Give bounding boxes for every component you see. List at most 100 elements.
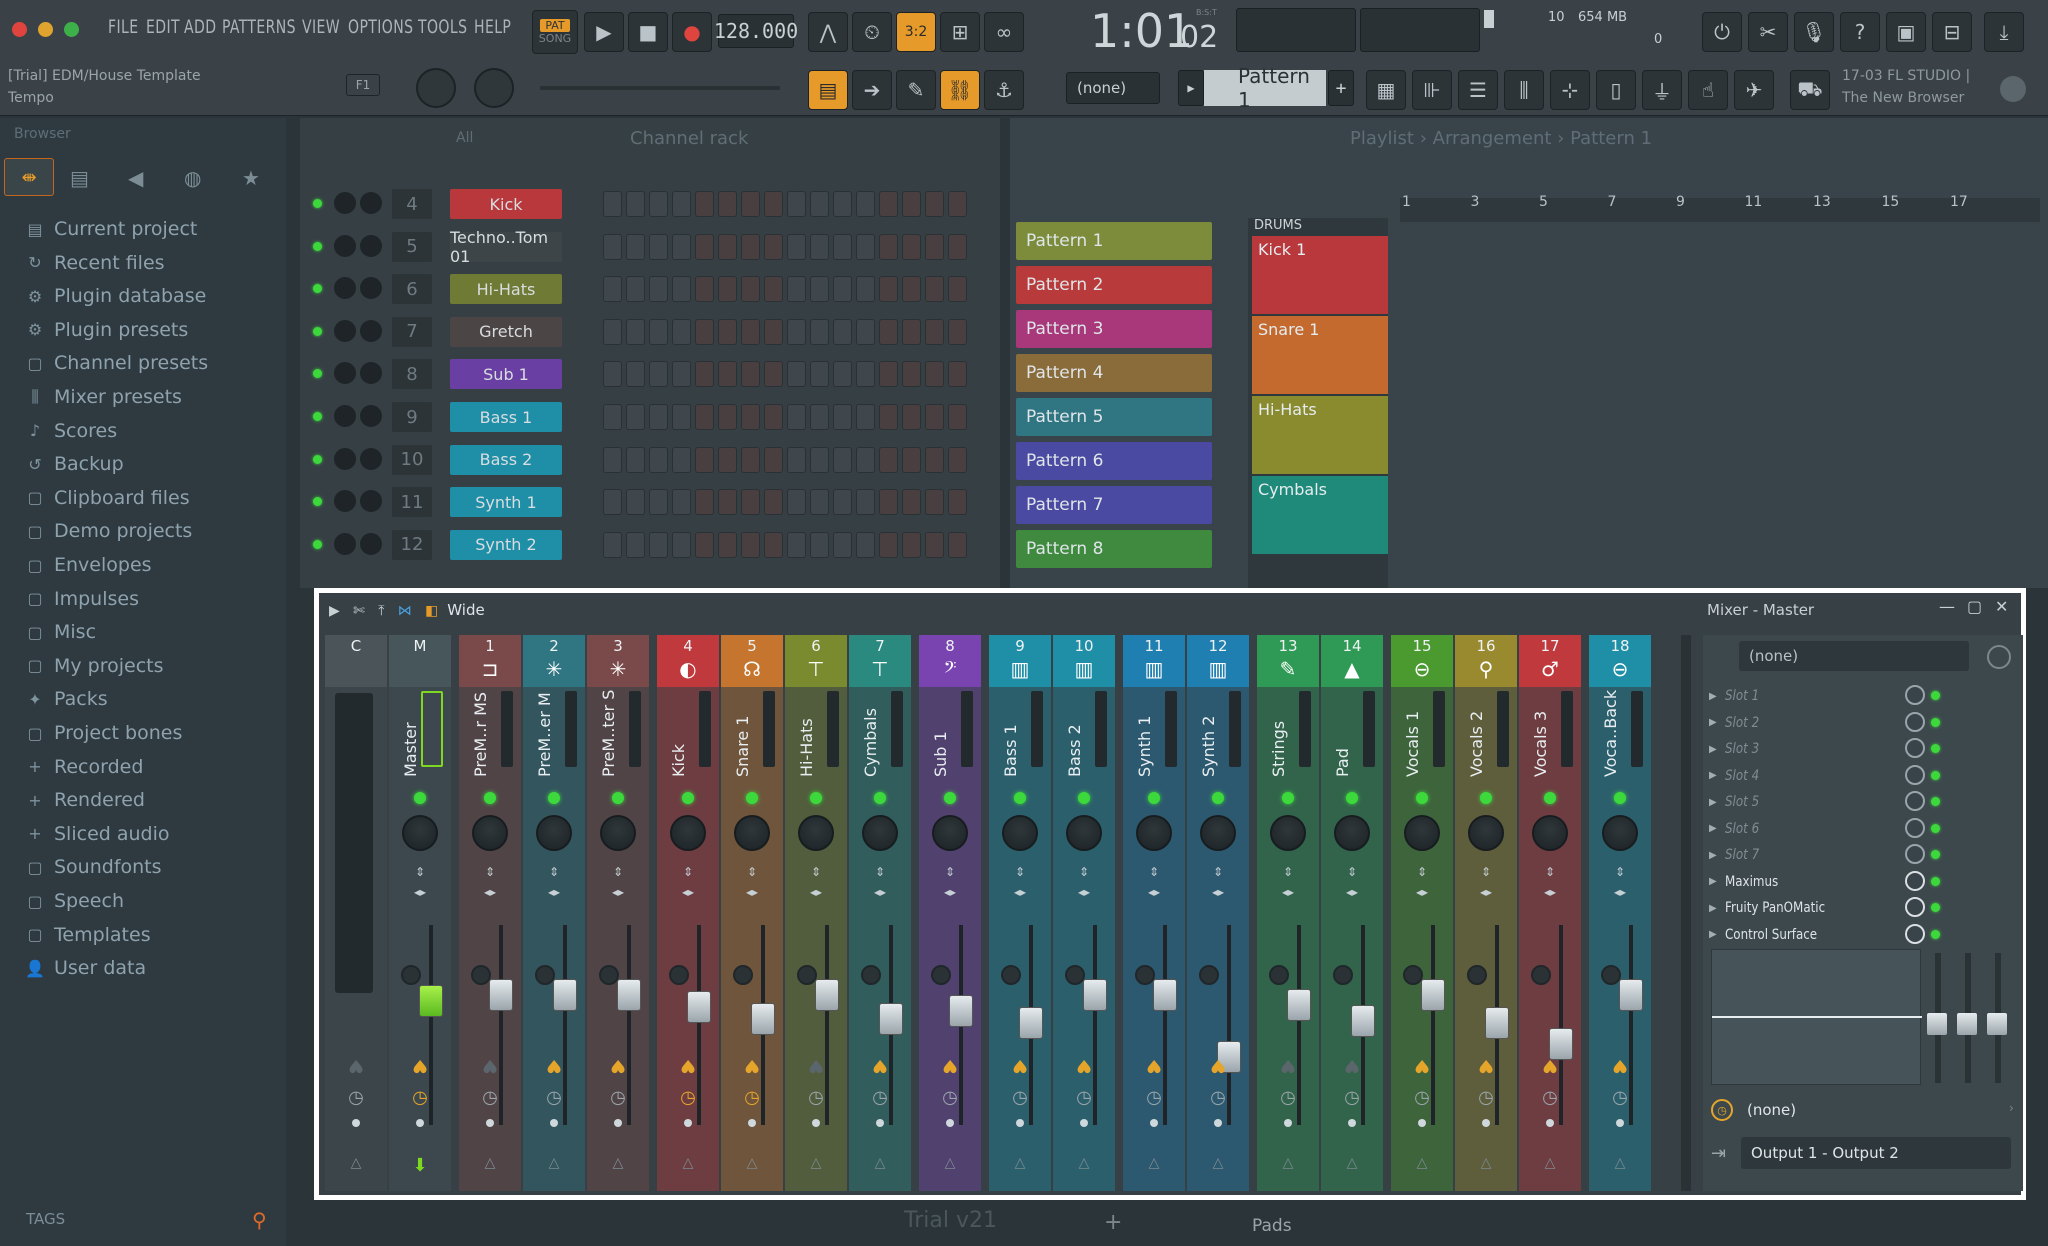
step-button[interactable] (649, 318, 668, 345)
step-button[interactable] (603, 276, 622, 303)
swap-channels-icon[interactable]: ◂▸ (1187, 885, 1249, 899)
channel-button[interactable]: Bass 2 (450, 444, 562, 475)
stereo-separation-icon[interactable]: ⇕ (1053, 865, 1115, 879)
step-button[interactable] (902, 233, 921, 260)
step-button[interactable] (856, 361, 875, 388)
pan-knob[interactable] (1200, 815, 1236, 851)
step-button[interactable] (948, 531, 967, 558)
preset-clock-icon[interactable] (1987, 645, 2011, 669)
playlist-view-button[interactable]: ▤ (808, 70, 848, 110)
step-button[interactable] (695, 233, 714, 260)
strip-active-led[interactable] (874, 792, 886, 804)
plugin-icon[interactable]: ⏚ (1642, 70, 1682, 110)
mixer-strip[interactable]: 5 ☊ Snare 1 ⇕ ◂▸ ♥ ◷ △ (721, 635, 783, 1191)
swap-channels-icon[interactable]: ◂▸ (459, 885, 521, 899)
shop-icon[interactable]: ⛟ (1790, 70, 1830, 110)
send-arrow-icon[interactable]: △ (325, 1155, 387, 1171)
record-arm-dot[interactable] (1418, 1119, 1426, 1127)
master-slider[interactable] (540, 86, 780, 90)
record-arm-dot[interactable] (1080, 1119, 1088, 1127)
step-button[interactable] (672, 318, 691, 345)
close-icon[interactable]: ✕ (1995, 597, 2008, 616)
delay-clock-icon[interactable]: ◷ (1391, 1087, 1453, 1108)
volume-knob[interactable] (360, 405, 382, 427)
favorites-tab-icon[interactable]: ★ (242, 166, 260, 190)
step-button[interactable] (672, 489, 691, 516)
volume-fader[interactable] (1351, 1005, 1375, 1037)
mixer-strip[interactable]: 17 ♂ Vocals 3 ⇕ ◂▸ ♥ ◷ △ (1519, 635, 1581, 1191)
metronome-icon[interactable]: ⋀ (808, 12, 848, 52)
track-header[interactable]: Cymbals (1252, 476, 1388, 554)
strip-active-led[interactable] (1544, 792, 1556, 804)
touch-icon[interactable]: ☝ (1688, 70, 1728, 110)
pattern-item[interactable]: Pattern 8 (1016, 530, 1212, 568)
step-button[interactable] (603, 191, 622, 217)
pan-knob[interactable] (334, 532, 356, 555)
channel-led[interactable] (313, 497, 322, 507)
channel-button[interactable]: Hi-Hats (450, 274, 562, 305)
pan-knob[interactable] (334, 490, 356, 513)
expand-arrow-icon[interactable]: ▶ (1709, 797, 1725, 808)
record-arm-dot[interactable] (614, 1119, 622, 1127)
strip-active-led[interactable] (944, 792, 956, 804)
breadcrumb-arrangement[interactable]: Arrangement (1433, 128, 1552, 149)
pan-knob[interactable] (536, 815, 572, 851)
pan-knob[interactable] (1468, 815, 1504, 851)
mixer-strip[interactable]: 6 ⊤ Hi-Hats ⇕ ◂▸ ♥ ◷ △ (785, 635, 847, 1191)
step-edit-icon[interactable]: ⊞ (940, 12, 980, 52)
play-button[interactable]: ▶ (584, 12, 624, 52)
stereo-knob[interactable] (669, 965, 689, 985)
channel-mixer-track[interactable]: 4 (392, 189, 432, 219)
send-arrow-icon[interactable]: △ (1257, 1155, 1319, 1171)
menu-file[interactable]: FILE (108, 16, 139, 44)
delay-clock-icon[interactable]: ◷ (523, 1087, 585, 1108)
step-button[interactable] (787, 191, 806, 217)
strip-active-led[interactable] (1346, 792, 1358, 804)
step-button[interactable] (787, 361, 806, 388)
channel-mixer-track[interactable]: 8 (392, 359, 432, 390)
plugins-tab-icon[interactable]: ◍ (184, 166, 201, 190)
step-button[interactable] (695, 318, 714, 345)
expand-arrow-icon[interactable]: ▶ (1709, 770, 1725, 781)
step-button[interactable] (925, 489, 944, 516)
track-header[interactable]: Snare 1 (1252, 316, 1388, 394)
browser-item[interactable]: + Rendered (26, 785, 145, 815)
browser-item[interactable]: ↻ Recent files (26, 248, 164, 278)
stereo-separation-icon[interactable]: ⇕ (1589, 865, 1651, 879)
step-button[interactable] (879, 276, 898, 303)
stereo-knob[interactable] (1333, 965, 1353, 985)
playlist-window-icon[interactable]: ▦ (1366, 70, 1406, 110)
step-button[interactable] (925, 404, 944, 430)
step-button[interactable] (902, 191, 921, 217)
pan-knob[interactable] (1532, 815, 1568, 851)
browser-item[interactable]: + Recorded (26, 752, 143, 782)
pencil-button[interactable]: ✎ (896, 70, 936, 110)
step-button[interactable] (856, 233, 875, 260)
mic-icon[interactable]: 🎙 (1794, 12, 1834, 52)
browser-item[interactable]: ▢ Project bones (26, 718, 182, 748)
pan-knob[interactable] (862, 815, 898, 851)
pan-knob[interactable] (334, 234, 356, 257)
stereo-knob[interactable] (1403, 965, 1423, 985)
browser-item[interactable]: ▢ Demo projects (26, 516, 192, 546)
mute-toggle-icon[interactable]: ♥ (1391, 1055, 1453, 1076)
send-arrow-icon[interactable]: △ (1053, 1155, 1115, 1171)
step-button[interactable] (925, 276, 944, 303)
piano-roll-icon[interactable]: ⊪ (1412, 70, 1452, 110)
send-arrow-icon[interactable]: △ (1391, 1155, 1453, 1171)
audio-tab-icon[interactable]: ◀ (128, 166, 143, 190)
channel-mixer-track[interactable]: 7 (392, 316, 432, 347)
record-arm-dot[interactable] (876, 1119, 884, 1127)
channel-button[interactable]: Sub 1 (450, 359, 562, 390)
master-volume-knob[interactable] (416, 68, 456, 108)
swap-channels-icon[interactable]: ◂▸ (1391, 885, 1453, 899)
swap-channels-icon[interactable]: ◂▸ (1321, 885, 1383, 899)
send-arrow-icon[interactable]: △ (1123, 1155, 1185, 1171)
expand-arrow-icon[interactable]: ▶ (1709, 823, 1725, 834)
step-button[interactable] (925, 361, 944, 388)
step-button[interactable] (833, 404, 852, 430)
minimize-icon[interactable]: — (1939, 597, 1955, 616)
step-button[interactable] (718, 361, 737, 388)
strip-active-led[interactable] (1078, 792, 1090, 804)
mixer-scrollbar[interactable] (1681, 635, 1691, 1191)
